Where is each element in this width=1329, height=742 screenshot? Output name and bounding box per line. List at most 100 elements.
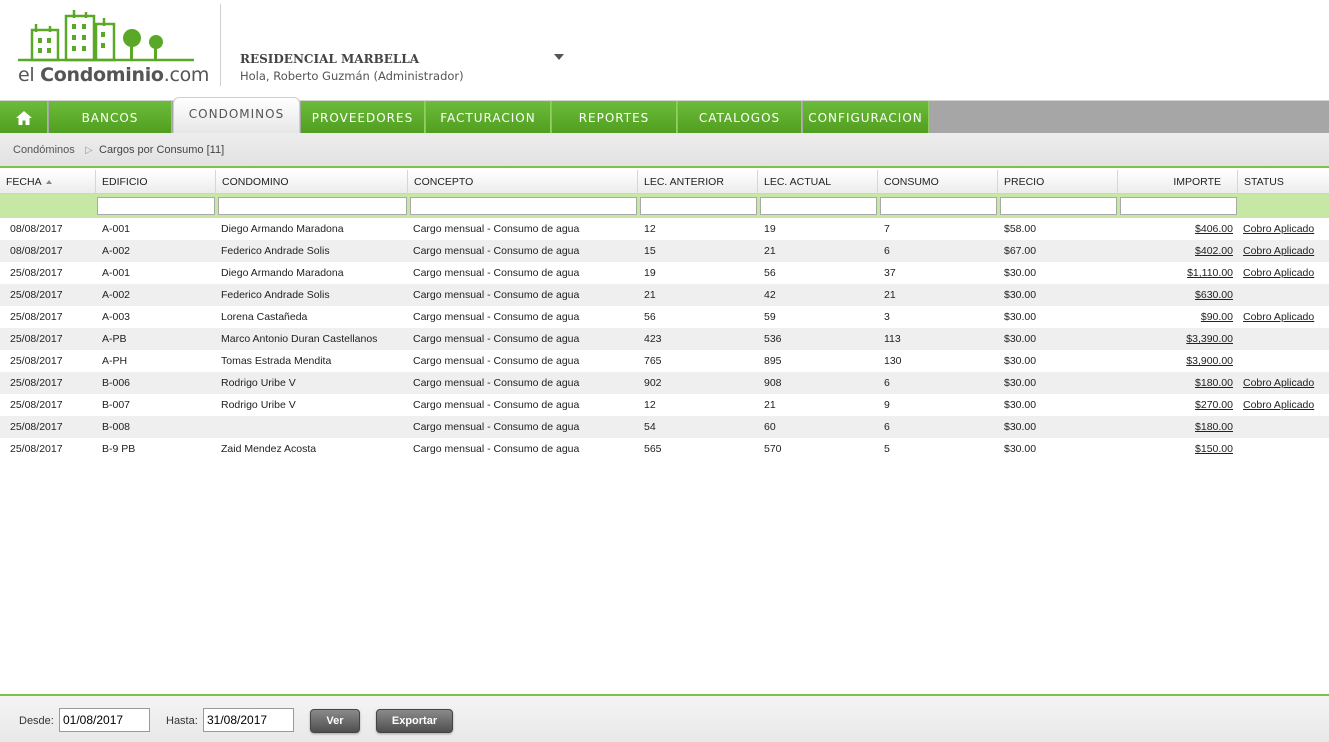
column-header-condomino[interactable]: CONDOMINO bbox=[216, 170, 408, 194]
filter-lec-anterior-input[interactable] bbox=[640, 197, 757, 215]
cell-lec-anterior: 56 bbox=[644, 311, 656, 323]
cell-condomino: Federico Andrade Solis bbox=[221, 289, 330, 301]
table-row[interactable]: 25/08/2017 B-007 Rodrigo Uribe V Cargo mens… bbox=[0, 394, 1329, 416]
column-header-importe[interactable]: IMPORTE bbox=[1118, 170, 1238, 194]
header-divider bbox=[220, 4, 221, 86]
cell-importe[interactable]: $402.00 bbox=[1118, 240, 1233, 262]
desde-date-input[interactable] bbox=[59, 708, 150, 732]
column-header-fecha[interactable]: FECHA bbox=[0, 170, 96, 194]
column-header-status[interactable]: STATUS bbox=[1238, 170, 1329, 194]
hasta-date-input[interactable] bbox=[203, 708, 294, 732]
cell-edificio: A-PH bbox=[102, 355, 128, 367]
filter-edificio-input[interactable] bbox=[97, 197, 215, 215]
cell-precio: $30.00 bbox=[1004, 289, 1037, 301]
cell-status[interactable]: Cobro Aplicado bbox=[1243, 394, 1314, 416]
cell-status[interactable]: Cobro Aplicado bbox=[1243, 372, 1314, 394]
table-row[interactable]: 08/08/2017 A-001 Diego Armando Maradona Car… bbox=[0, 218, 1329, 240]
cell-precio: $67.00 bbox=[1004, 245, 1037, 257]
cell-consumo: 6 bbox=[884, 245, 890, 257]
column-header-precio[interactable]: PRECIO bbox=[998, 170, 1118, 194]
nav-catalogos[interactable]: CATALOGOS bbox=[678, 101, 802, 134]
table-row[interactable]: 25/08/2017 A-003 Lorena Castañeda Cargo men… bbox=[0, 306, 1329, 328]
cell-edificio: A-PB bbox=[102, 333, 127, 345]
table-row[interactable]: 08/08/2017 A-002 Federico Andrade Solis Car… bbox=[0, 240, 1329, 262]
cell-precio: $30.00 bbox=[1004, 333, 1037, 345]
cell-importe[interactable]: $1,110.00 bbox=[1118, 262, 1233, 284]
table-row[interactable]: 25/08/2017 A-PH Tomas Estrada Mendita Cargo… bbox=[0, 350, 1329, 372]
column-header-concepto[interactable]: CONCEPTO bbox=[408, 170, 638, 194]
column-header-lec-actual[interactable]: LEC. ACTUAL bbox=[758, 170, 878, 194]
cell-fecha: 25/08/2017 bbox=[10, 377, 63, 389]
cell-condomino: Rodrigo Uribe V bbox=[221, 377, 296, 389]
cell-status[interactable]: Cobro Aplicado bbox=[1243, 306, 1314, 328]
table-row[interactable]: 25/08/2017 A-002 Federico Andrade Solis Car… bbox=[0, 284, 1329, 306]
breadcrumb-root[interactable]: Condóminos bbox=[13, 144, 75, 156]
cell-consumo: 21 bbox=[884, 289, 896, 301]
cell-importe[interactable]: $150.00 bbox=[1118, 438, 1233, 460]
cell-concepto: Cargo mensual - Consumo de agua bbox=[413, 377, 580, 389]
table-row[interactable]: 25/08/2017 A-PB Marco Antonio Duran Castel… bbox=[0, 328, 1329, 350]
filter-lec-actual-input[interactable] bbox=[760, 197, 877, 215]
breadcrumb: Condóminos ▷ Cargos por Consumo [11] bbox=[0, 133, 1329, 168]
nav-configuracion[interactable]: CONFIGURACION bbox=[803, 101, 929, 134]
cell-lec-actual: 21 bbox=[764, 245, 776, 257]
table-row[interactable]: 25/08/2017 B-9 PB Zaid Mendez Acosta Cargo … bbox=[0, 438, 1329, 460]
cell-fecha: 08/08/2017 bbox=[10, 245, 63, 257]
filter-importe-input[interactable] bbox=[1120, 197, 1237, 215]
cell-condomino: Marco Antonio Duran Castellanos bbox=[221, 333, 378, 345]
cell-status[interactable]: Cobro Aplicado bbox=[1243, 262, 1314, 284]
cell-fecha: 25/08/2017 bbox=[10, 267, 63, 279]
cell-condomino: Zaid Mendez Acosta bbox=[221, 443, 317, 455]
table-row[interactable]: 25/08/2017 B-008 Cargo mensual - Consumo d… bbox=[0, 416, 1329, 438]
cell-lec-anterior: 12 bbox=[644, 223, 656, 235]
cell-importe[interactable]: $90.00 bbox=[1118, 306, 1233, 328]
filter-condomino-input[interactable] bbox=[218, 197, 407, 215]
cell-consumo: 6 bbox=[884, 421, 890, 433]
cell-consumo: 37 bbox=[884, 267, 896, 279]
cell-concepto: Cargo mensual - Consumo de agua bbox=[413, 443, 580, 455]
cell-consumo: 113 bbox=[884, 333, 901, 345]
nav-reportes[interactable]: REPORTES bbox=[552, 101, 677, 134]
cell-edificio: A-002 bbox=[102, 245, 131, 257]
cell-fecha: 08/08/2017 bbox=[10, 223, 63, 235]
cell-importe[interactable]: $406.00 bbox=[1118, 218, 1233, 240]
cell-importe[interactable]: $270.00 bbox=[1118, 394, 1233, 416]
cell-lec-actual: 895 bbox=[764, 355, 782, 367]
cell-edificio: A-001 bbox=[102, 223, 131, 235]
ver-button[interactable]: Ver bbox=[310, 709, 360, 733]
filter-consumo-input[interactable] bbox=[880, 197, 997, 215]
cell-importe[interactable]: $3,900.00 bbox=[1118, 350, 1233, 372]
cell-lec-anterior: 21 bbox=[644, 289, 656, 301]
table-row[interactable]: 25/08/2017 B-006 Rodrigo Uribe V Cargo mens… bbox=[0, 372, 1329, 394]
cell-concepto: Cargo mensual - Consumo de agua bbox=[413, 223, 580, 235]
nav-bancos[interactable]: BANCOS bbox=[49, 101, 172, 134]
cell-concepto: Cargo mensual - Consumo de agua bbox=[413, 245, 580, 257]
table-row[interactable]: 25/08/2017 A-001 Diego Armando Maradona Car… bbox=[0, 262, 1329, 284]
cell-concepto: Cargo mensual - Consumo de agua bbox=[413, 289, 580, 301]
nav-proveedores[interactable]: PROVEEDORES bbox=[301, 101, 425, 134]
cell-lec-actual: 570 bbox=[764, 443, 782, 455]
column-header-edificio[interactable]: EDIFICIO bbox=[96, 170, 216, 194]
cell-fecha: 25/08/2017 bbox=[10, 333, 63, 345]
column-header-lec-anterior[interactable]: LEC. ANTERIOR bbox=[638, 170, 758, 194]
chevron-down-icon[interactable] bbox=[554, 54, 564, 60]
breadcrumb-separator-icon: ▷ bbox=[85, 145, 93, 156]
nav-home[interactable] bbox=[0, 101, 48, 134]
cell-lec-anterior: 423 bbox=[644, 333, 662, 345]
cell-edificio: A-002 bbox=[102, 289, 131, 301]
filter-concepto-input[interactable] bbox=[410, 197, 637, 215]
charges-table: FECHA EDIFICIO CONDOMINO CONCEPTO LEC. A… bbox=[0, 170, 1329, 460]
nav-facturacion[interactable]: FACTURACION bbox=[426, 101, 551, 134]
cell-precio: $30.00 bbox=[1004, 399, 1037, 411]
column-header-consumo[interactable]: CONSUMO bbox=[878, 170, 998, 194]
exportar-button[interactable]: Exportar bbox=[376, 709, 453, 733]
cell-status[interactable]: Cobro Aplicado bbox=[1243, 240, 1314, 262]
cell-importe[interactable]: $180.00 bbox=[1118, 416, 1233, 438]
cell-importe[interactable]: $180.00 bbox=[1118, 372, 1233, 394]
nav-condominos[interactable]: CONDOMINOS bbox=[173, 97, 300, 134]
cell-lec-anterior: 765 bbox=[644, 355, 662, 367]
cell-status[interactable]: Cobro Aplicado bbox=[1243, 218, 1314, 240]
filter-precio-input[interactable] bbox=[1000, 197, 1117, 215]
cell-importe[interactable]: $3,390.00 bbox=[1118, 328, 1233, 350]
cell-importe[interactable]: $630.00 bbox=[1118, 284, 1233, 306]
